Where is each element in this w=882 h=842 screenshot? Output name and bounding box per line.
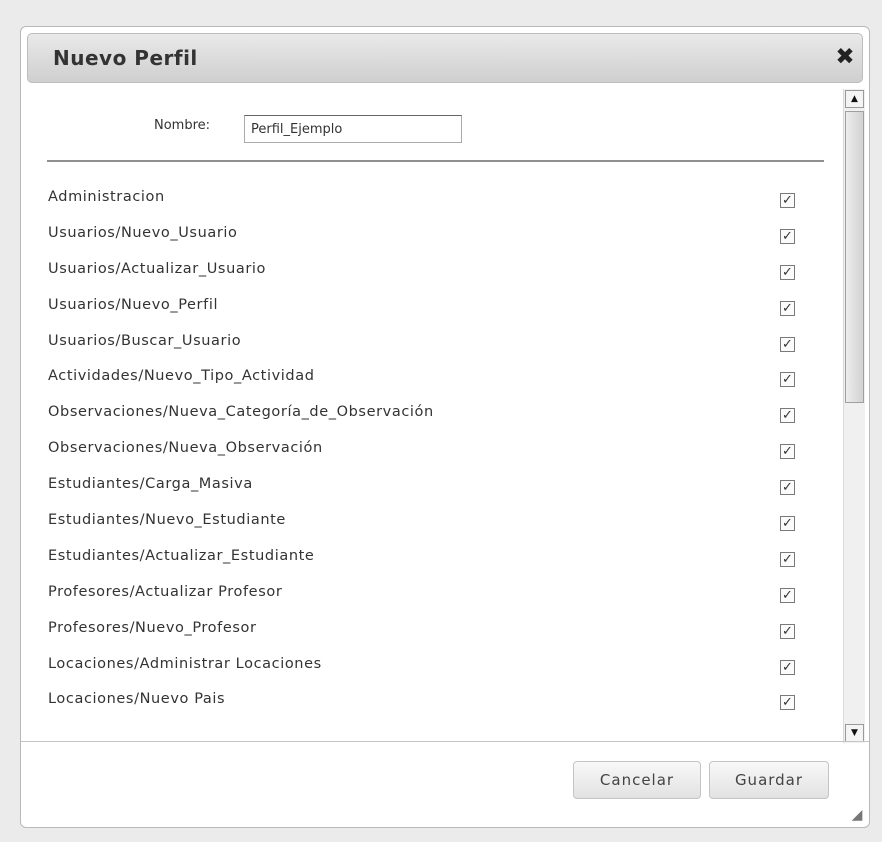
permission-label: Observaciones/Nueva_Categoría_de_Observa… [48,404,434,421]
permission-row: Administracion ✓ [48,185,828,221]
dialog-content: Nombre: Administracion✓Usuarios/Nuevo_Us… [21,83,839,739]
close-icon[interactable]: ✖ [832,43,858,71]
permission-checkbox[interactable]: ✓ [780,551,795,567]
permission-label: Usuarios/Actualizar_Usuario [48,260,267,277]
permission-label: Profesores/Nuevo_Profesor [48,619,257,636]
permission-checkbox[interactable]: ✓ [780,444,795,460]
permission-label: Usuarios/Nuevo_Usuario [48,224,238,241]
permission-label: Locaciones/Nuevo Pais [48,691,226,708]
permission-checkbox[interactable]: ✓ [780,587,795,603]
permission-checkbox[interactable]: ✓ [780,336,795,352]
resize-grip-icon[interactable]: ◢ [849,807,865,823]
permission-row: Locaciones/Nuevo Pais ✓ [48,687,828,723]
permission-checkbox[interactable]: ✓ [780,516,795,532]
scroll-up-arrow-icon[interactable]: ▲ [845,90,864,108]
permission-label: Estudiantes/Actualizar_Estudiante [48,547,315,564]
vertical-scrollbar[interactable]: ▲ ▼ [843,89,865,743]
permission-row: Profesores/Nuevo_Profesor ✓ [48,616,828,652]
permission-row: Observaciones/Nueva_Categoría_de_Observa… [48,400,828,436]
permission-checkbox[interactable]: ✓ [780,228,795,244]
scroll-down-arrow-icon[interactable]: ▼ [845,724,864,742]
permission-checkbox[interactable]: ✓ [780,300,795,316]
permission-checkbox[interactable]: ✓ [780,264,795,280]
save-button[interactable]: Guardar [709,761,829,799]
permissions-list: Administracion ✓ Usuarios/Nuevo_Usuario ✓ Us… [48,185,828,723]
permission-checkbox[interactable]: ✓ [780,480,795,496]
permission-label: Actividades/Nuevo_Tipo_Actividad [48,368,315,385]
permission-label: Locaciones/Administrar Locaciones [48,655,322,672]
permission-row: Estudiantes/Carga_Masiva ✓ [48,472,828,508]
permission-checkbox[interactable]: ✓ [780,623,795,639]
dialog-title: Nuevo Perfil [53,46,198,70]
permission-row: Locaciones/Administrar Locaciones ✓ [48,652,828,688]
permission-checkbox[interactable]: ✓ [780,193,795,208]
permission-checkbox[interactable]: ✓ [780,695,795,711]
footer-divider [21,741,869,742]
divider [47,160,824,162]
permission-row: Actividades/Nuevo_Tipo_Actividad ✓ [48,364,828,400]
permission-checkbox[interactable]: ✓ [780,408,795,424]
permission-checkbox[interactable]: ✓ [780,372,795,388]
permission-row: Usuarios/Nuevo_Perfil ✓ [48,293,828,329]
permission-checkbox[interactable]: ✓ [780,659,795,675]
permission-label: Administracion [48,189,165,205]
permission-label: Estudiantes/Carga_Masiva [48,476,253,493]
permission-row: Usuarios/Buscar_Usuario ✓ [48,329,828,365]
permission-label: Usuarios/Nuevo_Perfil [48,296,219,313]
permission-label: Usuarios/Buscar_Usuario [48,332,242,349]
permission-label: Profesores/Actualizar Profesor [48,583,283,600]
name-label: Nombre: [154,118,211,133]
permission-row: Estudiantes/Actualizar_Estudiante ✓ [48,544,828,580]
permission-row: Profesores/Actualizar Profesor ✓ [48,580,828,616]
cancel-button[interactable]: Cancelar [573,761,701,799]
new-profile-dialog: Nuevo Perfil ✖ Nombre: Administracion✓Us… [20,26,870,828]
scrollbar-thumb[interactable] [845,111,864,403]
name-input[interactable] [244,115,462,143]
dialog-titlebar[interactable]: Nuevo Perfil ✖ [27,33,863,83]
permission-label: Observaciones/Nueva_Observación [48,440,323,457]
permission-row: Usuarios/Actualizar_Usuario ✓ [48,257,828,293]
permission-row: Usuarios/Nuevo_Usuario ✓ [48,221,828,257]
permission-label: Estudiantes/Nuevo_Estudiante [48,512,286,529]
permission-row: Estudiantes/Nuevo_Estudiante ✓ [48,508,828,544]
permission-row: Observaciones/Nueva_Observación ✓ [48,436,828,472]
